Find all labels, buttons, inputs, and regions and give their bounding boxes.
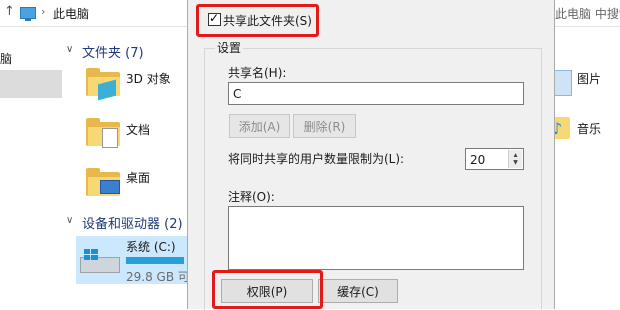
group-label-folders: 文件夹 (7) <box>82 46 144 61</box>
drive-usage-bar <box>126 257 184 264</box>
breadcrumb-this-pc[interactable]: 此电脑 <box>53 5 89 22</box>
document-icon <box>102 128 118 148</box>
windows-logo-icon <box>84 249 98 260</box>
caching-button[interactable]: 缓存(C) <box>318 279 398 303</box>
chevron-down-icon: ∨ <box>66 215 74 226</box>
group-header-devices[interactable]: ∨ 设备和驱动器 (2) <box>66 213 196 232</box>
search-box[interactable]: 此电脑 中搜索 <box>555 5 620 22</box>
item-label-documents[interactable]: 文档 <box>126 121 150 138</box>
group-label-devices: 设备和驱动器 (2) <box>82 217 183 232</box>
user-limit-label: 将同时共享的用户数量限制为(L): <box>228 152 405 166</box>
comment-field[interactable] <box>228 206 524 270</box>
item-label-3d-objects[interactable]: 3D 对象 <box>126 70 171 87</box>
3d-objects-folder-icon[interactable] <box>86 68 120 101</box>
up-arrow-icon[interactable]: ↑ <box>4 4 15 19</box>
user-limit-spinner[interactable]: 20 ▲ ▼ <box>465 148 524 170</box>
highlight-box-permissions <box>212 270 323 309</box>
cube-icon <box>98 79 116 101</box>
advanced-sharing-dialog: ✓ 共享此文件夹(S) 设置 共享名(H): C 添加(A) 删除(R) 将同时… <box>187 0 555 310</box>
settings-legend: 设置 <box>215 39 244 56</box>
user-limit-value: 20 <box>470 153 486 167</box>
hard-drive-icon <box>80 249 120 275</box>
documents-folder-icon[interactable] <box>86 118 120 148</box>
desktop-folder-icon[interactable] <box>86 168 120 196</box>
item-label-desktop[interactable]: 桌面 <box>126 169 150 186</box>
monitor-icon <box>100 180 120 194</box>
breadcrumb-separator[interactable]: › <box>41 5 45 18</box>
item-label-pictures[interactable]: 图片 <box>577 70 601 87</box>
chevron-down-icon: ∨ <box>66 44 74 55</box>
highlight-box-share-checkbox <box>196 4 319 37</box>
this-pc-icon <box>20 7 36 21</box>
spin-down-icon[interactable]: ▼ <box>508 157 522 168</box>
nav-item[interactable]: 脑 <box>0 50 12 67</box>
share-name-label: 共享名(H): <box>228 66 287 80</box>
nav-item-selected[interactable] <box>0 70 62 98</box>
item-label-music[interactable]: 音乐 <box>577 120 601 137</box>
share-name-field[interactable]: C <box>228 82 524 105</box>
add-button[interactable]: 添加(A) <box>229 114 290 138</box>
share-name-value: C <box>233 87 242 101</box>
drive-name[interactable]: 系统 (C:) <box>126 238 176 255</box>
comment-label: 注释(O): <box>228 190 275 204</box>
remove-button[interactable]: 删除(R) <box>293 114 356 138</box>
group-header-folders[interactable]: ∨ 文件夹 (7) <box>66 42 186 61</box>
